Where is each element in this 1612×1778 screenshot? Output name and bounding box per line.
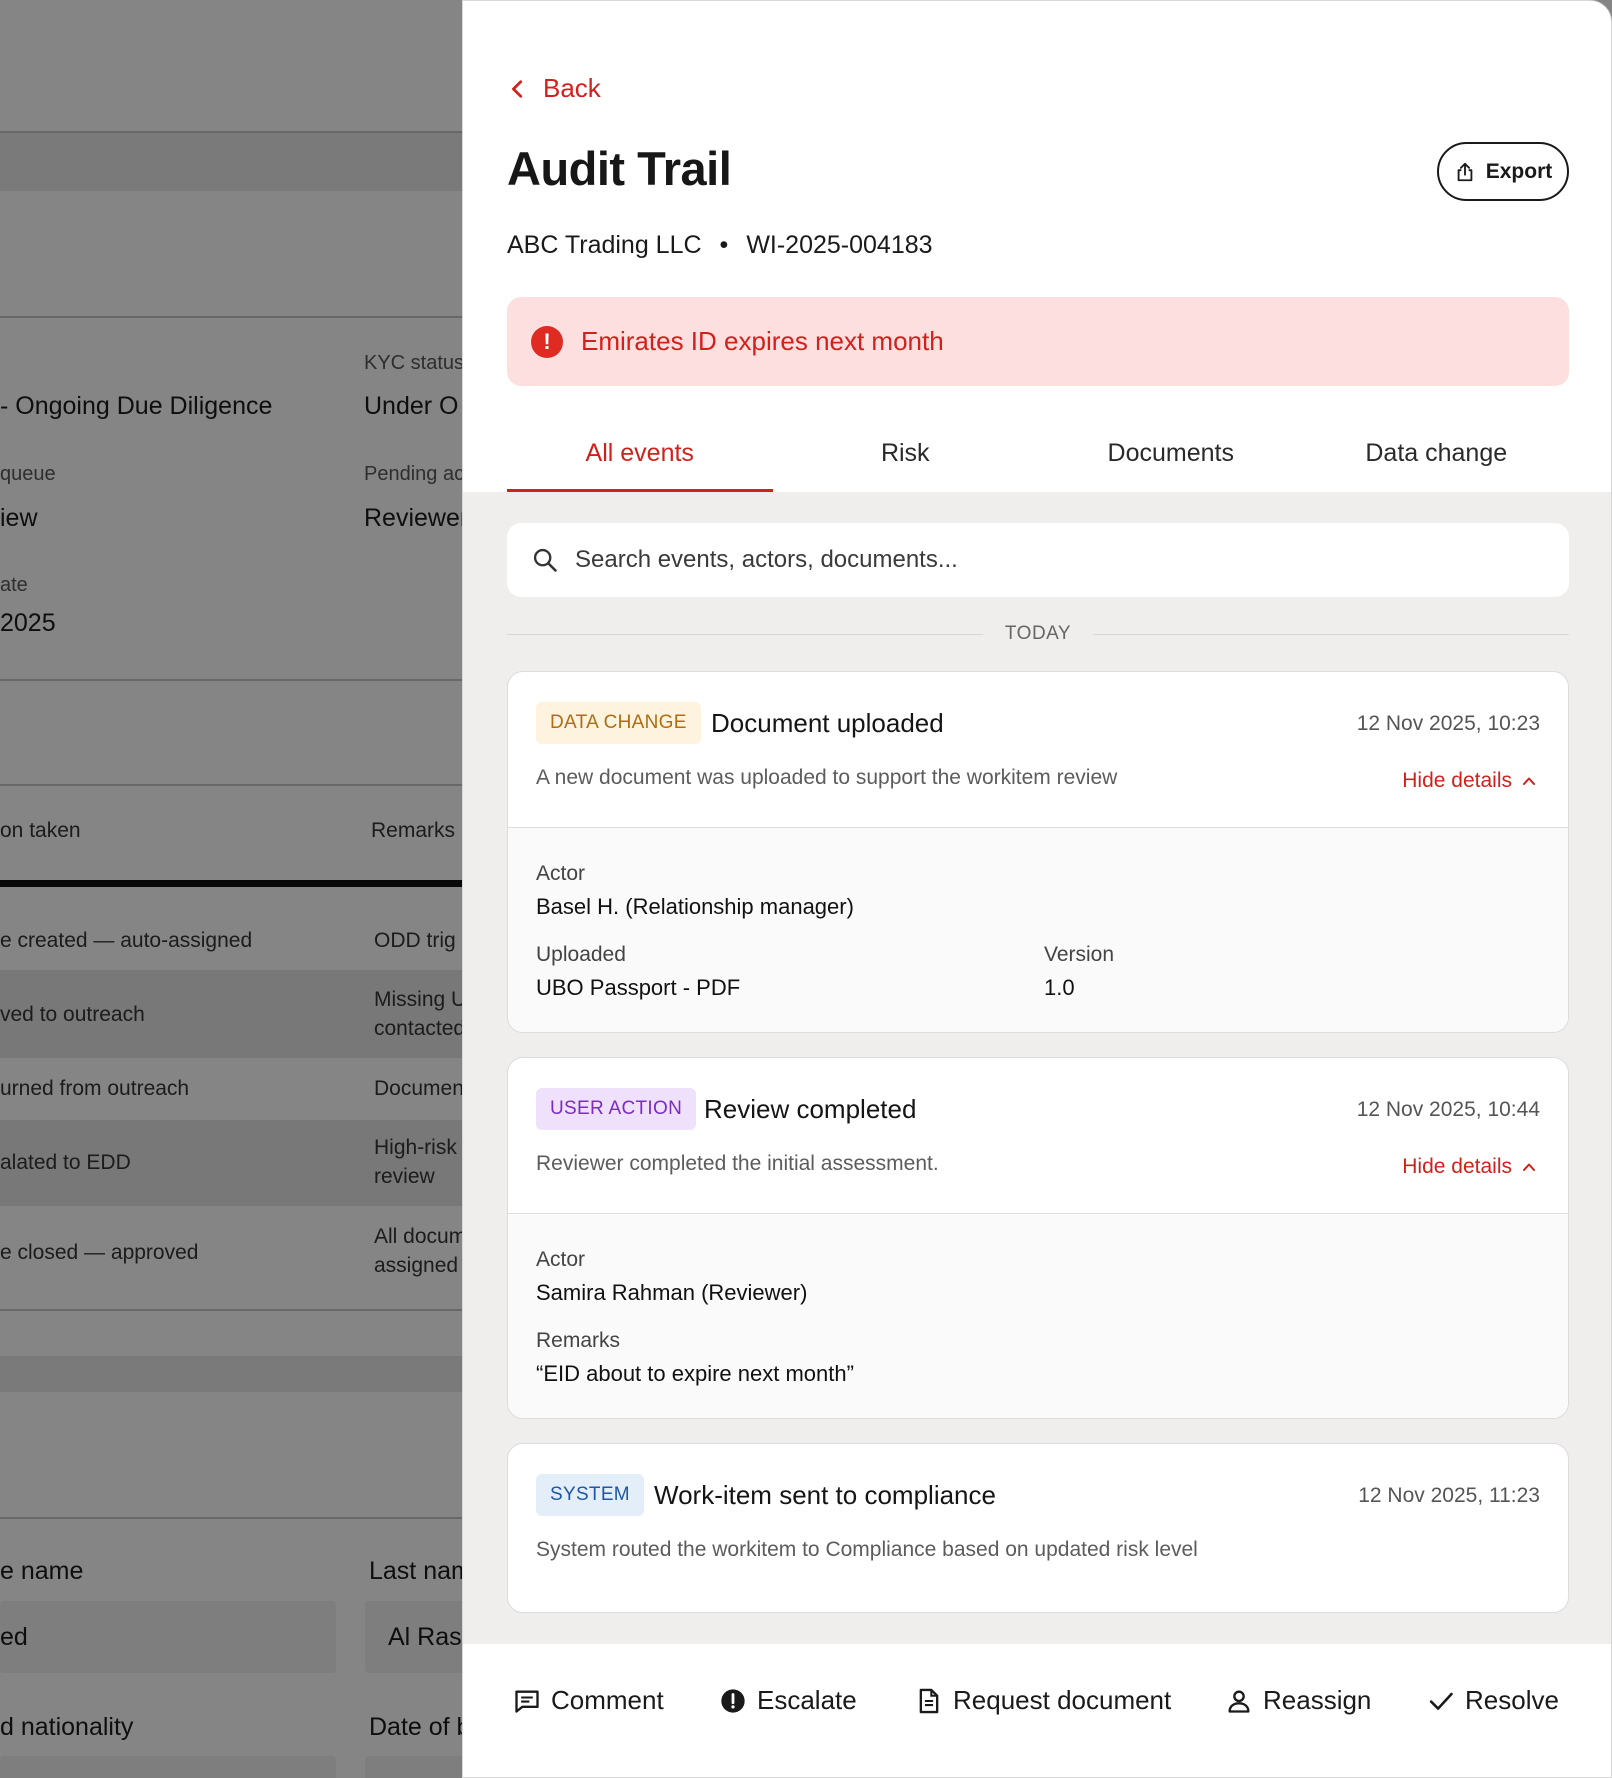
- expiry-alert: ! Emirates ID expires next month: [507, 297, 1569, 386]
- hide-details-toggle[interactable]: Hide details: [1402, 769, 1536, 793]
- chevron-left-icon: [512, 79, 523, 98]
- hide-details-toggle[interactable]: Hide details: [1402, 1155, 1536, 1179]
- error-circle-icon: !: [531, 325, 563, 358]
- chevron-up-icon: [1523, 777, 1535, 785]
- event-timestamp: 12 Nov 2025, 10:44: [1356, 1098, 1540, 1121]
- resolve-button[interactable]: Resolve: [1427, 1685, 1559, 1716]
- divider-rule: [1093, 633, 1570, 635]
- version-field: Version 1.0: [1044, 943, 1114, 1001]
- day-divider: TODAY: [507, 621, 1570, 647]
- hide-details-label: Hide details: [1402, 769, 1512, 792]
- back-label: Back: [543, 73, 601, 103]
- subtitle-separator: •: [719, 231, 729, 259]
- event-type-badge: USER ACTION: [536, 1088, 697, 1130]
- actor-label: Actor: [536, 1248, 586, 1271]
- chevron-up-icon: [1523, 1163, 1535, 1171]
- reassign-label: Reassign: [1263, 1685, 1372, 1715]
- actor-value: Samira Rahman (Reviewer): [536, 1280, 808, 1305]
- event-card: USER ACTION Review completed 12 Nov 2025…: [507, 1057, 1569, 1419]
- remarks-label: Remarks: [536, 1329, 621, 1352]
- event-description: A new document was uploaded to support t…: [536, 766, 1118, 789]
- alert-text: Emirates ID expires next month: [581, 326, 944, 356]
- tab-risk[interactable]: Risk: [773, 431, 1039, 492]
- hide-details-label: Hide details: [1402, 1155, 1512, 1178]
- export-button[interactable]: Export: [1437, 142, 1569, 201]
- export-label: Export: [1485, 159, 1553, 183]
- event-details: Actor Samira Rahman (Reviewer) Remarks “…: [508, 1213, 1568, 1418]
- reassign-button[interactable]: Reassign: [1225, 1685, 1371, 1716]
- event-title: Document uploaded: [711, 708, 944, 738]
- document-icon: [919, 1688, 939, 1713]
- tab-data-change[interactable]: Data change: [1304, 431, 1570, 492]
- event-card-header: USER ACTION Review completed 12 Nov 2025…: [508, 1058, 1568, 1213]
- event-timestamp: 12 Nov 2025, 11:23: [1358, 1484, 1540, 1507]
- audit-trail-panel: Back Audit Trail Export ABC Trading LLC …: [462, 0, 1612, 1778]
- divider-rule: [507, 633, 983, 635]
- remarks-field: Remarks “EID about to expire next month”: [536, 1329, 854, 1387]
- workitem-subtitle: ABC Trading LLC • WI-2025-004183: [507, 231, 933, 260]
- comment-icon: [515, 1690, 539, 1713]
- resolve-label: Resolve: [1465, 1685, 1559, 1715]
- share-icon: [1457, 162, 1473, 181]
- uploaded-value: UBO Passport - PDF: [536, 975, 741, 1000]
- workitem-id: WI-2025-004183: [746, 231, 933, 259]
- uploaded-label: Uploaded: [536, 943, 626, 966]
- event-type-badge: DATA CHANGE: [536, 702, 701, 744]
- day-label: TODAY: [1004, 623, 1072, 644]
- check-icon: [1429, 1692, 1453, 1710]
- version-value: 1.0: [1044, 975, 1075, 1000]
- search-icon: [533, 548, 557, 572]
- person-icon: [1228, 1690, 1250, 1713]
- uploaded-field: Uploaded UBO Passport - PDF: [536, 943, 740, 1001]
- event-type-badge: SYSTEM: [536, 1474, 644, 1516]
- remarks-value: “EID about to expire next month”: [536, 1361, 854, 1386]
- event-tabs: All events Risk Documents Data change: [507, 431, 1569, 492]
- event-description: System routed the workitem to Compliance…: [536, 1538, 1198, 1561]
- tab-all-events[interactable]: All events: [507, 431, 773, 492]
- event-card: SYSTEM Work-item sent to compliance 12 N…: [507, 1443, 1569, 1613]
- event-card-header: DATA CHANGE Document uploaded 12 Nov 202…: [508, 672, 1568, 827]
- event-timestamp: 12 Nov 2025, 10:23: [1356, 712, 1540, 735]
- event-card-header: SYSTEM Work-item sent to compliance 12 N…: [508, 1444, 1568, 1599]
- panel-header: Back Audit Trail Export ABC Trading LLC …: [463, 1, 1611, 492]
- comment-button[interactable]: Comment: [513, 1685, 664, 1716]
- back-button[interactable]: Back: [507, 73, 601, 104]
- escalate-label: Escalate: [757, 1685, 857, 1715]
- version-label: Version: [1044, 943, 1115, 966]
- exclamation-circle-icon: [721, 1688, 745, 1713]
- request-document-button[interactable]: Request document: [915, 1685, 1171, 1716]
- search-input[interactable]: [575, 546, 1535, 574]
- event-card: DATA CHANGE Document uploaded 12 Nov 202…: [507, 671, 1569, 1033]
- event-details: Actor Basel H. (Relationship manager) Up…: [508, 827, 1568, 1032]
- event-title: Review completed: [704, 1094, 917, 1124]
- escalate-button[interactable]: Escalate: [719, 1685, 857, 1716]
- event-description: Reviewer completed the initial assessmen…: [536, 1152, 939, 1175]
- company-name: ABC Trading LLC: [507, 231, 702, 259]
- actor-value: Basel H. (Relationship manager): [536, 894, 854, 919]
- tab-documents[interactable]: Documents: [1038, 431, 1304, 492]
- search-box: [507, 523, 1569, 597]
- page-title: Audit Trail: [507, 142, 732, 195]
- request-document-label: Request document: [953, 1685, 1172, 1715]
- comment-label: Comment: [551, 1685, 664, 1715]
- event-title: Work-item sent to compliance: [654, 1480, 996, 1510]
- actor-label: Actor: [536, 862, 586, 885]
